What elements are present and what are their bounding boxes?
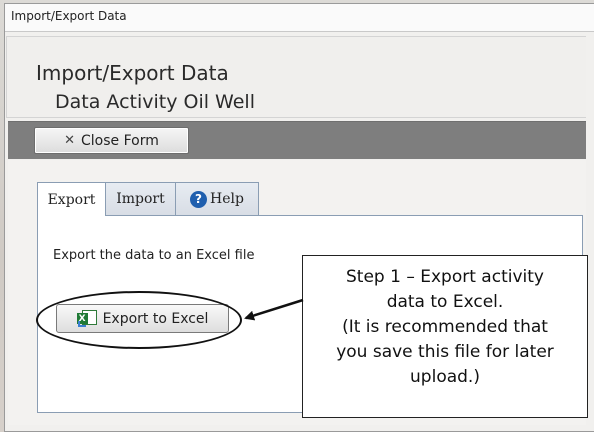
callout-line-4: you save this file for later: [336, 342, 554, 362]
tab-export[interactable]: Export: [37, 182, 106, 216]
screenshot-stage: Import/Export Data Import/Export Data Da…: [0, 0, 594, 432]
form-subtitle: Data Activity Oil Well: [55, 91, 255, 113]
form-toolbar: ✕ Close Form: [8, 121, 586, 159]
callout-line-2: data to Excel.: [386, 292, 504, 312]
tab-help[interactable]: ? Help: [175, 182, 259, 215]
close-form-button[interactable]: ✕ Close Form: [34, 127, 189, 154]
export-description: Export the data to an Excel file: [53, 248, 255, 263]
tab-import-label: Import: [116, 191, 165, 207]
form-header: Import/Export Data Data Activity Oil Wel…: [6, 36, 586, 118]
tab-import[interactable]: Import: [105, 182, 176, 215]
window-title: Import/Export Data: [11, 9, 127, 23]
callout-line-5: upload.): [410, 367, 480, 387]
close-form-label: Close Form: [81, 132, 159, 149]
close-icon: ✕: [64, 133, 76, 148]
help-icon: ?: [190, 190, 208, 208]
export-to-excel-label: Export to Excel: [102, 310, 209, 327]
instruction-callout: Step 1 – Export activity data to Excel. …: [302, 255, 588, 418]
window-titlebar: Import/Export Data: [5, 4, 594, 32]
callout-line-1: Step 1 – Export activity: [346, 267, 544, 287]
excel-export-icon: X: [76, 310, 97, 327]
tab-help-label: Help: [210, 191, 244, 207]
export-to-excel-button[interactable]: X Export to Excel: [56, 304, 229, 333]
form-title: Import/Export Data: [36, 61, 229, 85]
tab-export-label: Export: [47, 191, 96, 208]
callout-line-3: (It is recommended that: [342, 317, 548, 337]
